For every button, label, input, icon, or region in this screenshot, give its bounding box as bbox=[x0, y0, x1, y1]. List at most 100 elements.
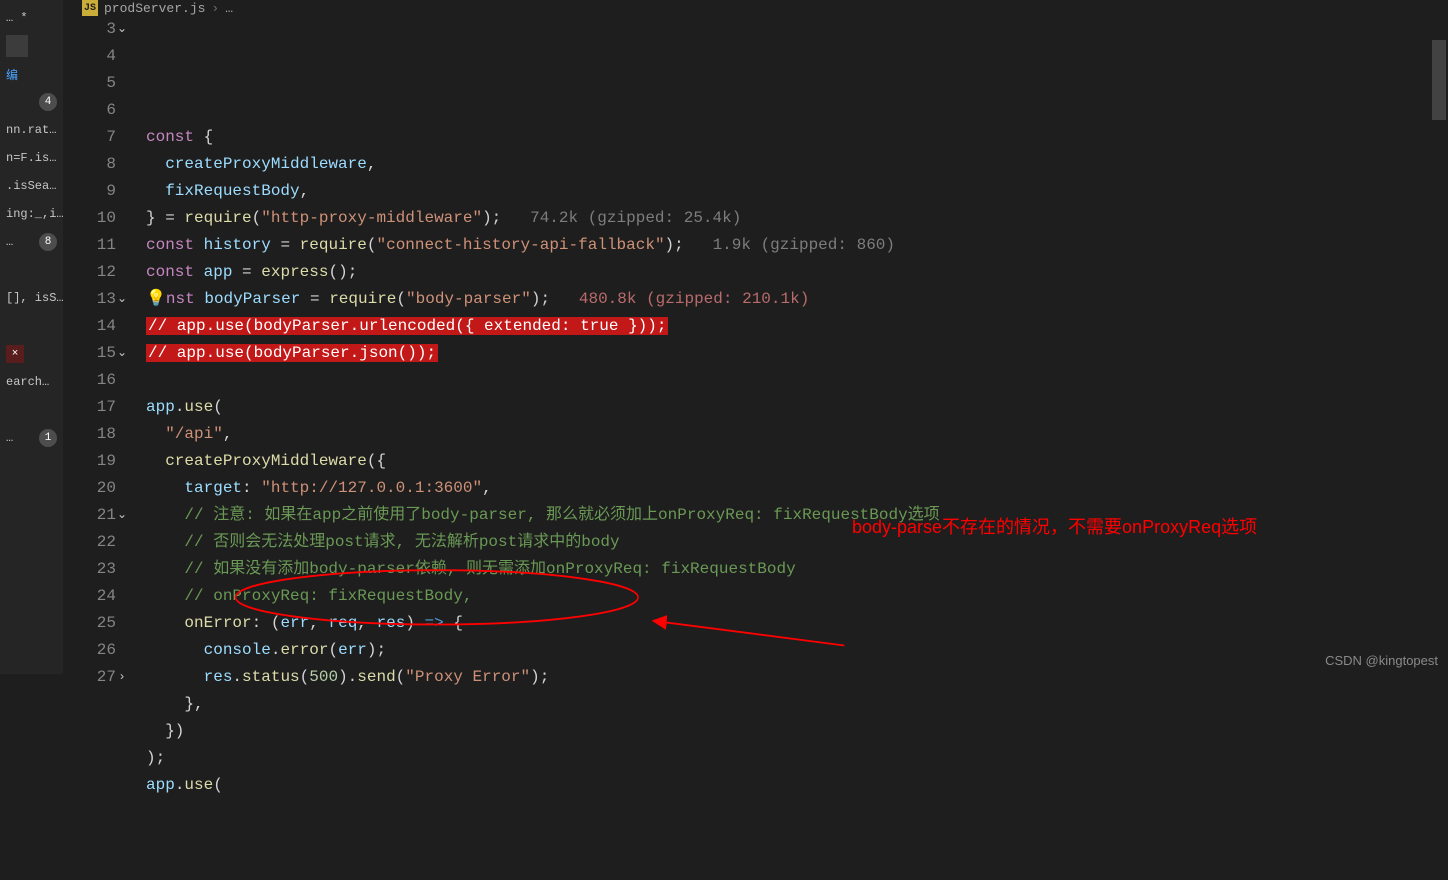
fold-toggle[interactable] bbox=[114, 610, 130, 637]
line-number: 3 bbox=[64, 16, 116, 43]
code-line[interactable]: // 如果没有添加body-parser依赖, 则无需添加onProxyReq:… bbox=[140, 556, 1448, 583]
line-number: 23 bbox=[64, 556, 116, 583]
sidebar-item[interactable]: 4 bbox=[0, 88, 63, 116]
code-line[interactable]: createProxyMiddleware, bbox=[140, 151, 1448, 178]
badge: 8 bbox=[39, 233, 57, 251]
code-line[interactable]: 💡nst bodyParser = require("body-parser")… bbox=[140, 286, 1448, 313]
sidebar-item[interactable]: earch… bbox=[0, 368, 63, 396]
js-file-icon: JS bbox=[82, 0, 98, 16]
code-line[interactable]: res.status(500).send("Proxy Error"); bbox=[140, 664, 1448, 691]
code-line[interactable]: app.use( bbox=[140, 772, 1448, 799]
code-line[interactable]: // onProxyReq: fixRequestBody, bbox=[140, 583, 1448, 610]
fold-toggle[interactable] bbox=[114, 97, 130, 124]
code-line[interactable]: const { bbox=[140, 124, 1448, 151]
fold-toggle[interactable] bbox=[114, 421, 130, 448]
sidebar-item[interactable]: × bbox=[0, 340, 63, 368]
fold-toggle[interactable] bbox=[114, 313, 130, 340]
sidebar-item[interactable]: 编 bbox=[0, 60, 63, 88]
code-line[interactable]: }) bbox=[140, 718, 1448, 745]
breadcrumb[interactable]: JS prodServer.js › … bbox=[64, 0, 1448, 16]
line-number: 18 bbox=[64, 421, 116, 448]
code-line[interactable]: console.error(err); bbox=[140, 637, 1448, 664]
line-number: 13 bbox=[64, 286, 116, 313]
badge: 1 bbox=[39, 429, 57, 447]
code-line[interactable]: } = require("http-proxy-middleware"); 74… bbox=[140, 205, 1448, 232]
code-line[interactable]: // app.use(bodyParser.urlencoded({ exten… bbox=[140, 313, 1448, 340]
line-number: 21 bbox=[64, 502, 116, 529]
watermark: CSDN @kingtopest bbox=[1325, 653, 1438, 668]
sidebar-item[interactable]: nn.rat… bbox=[0, 116, 63, 144]
sidebar-item[interactable] bbox=[0, 32, 63, 60]
fold-toggle[interactable] bbox=[114, 43, 130, 70]
line-number: 25 bbox=[64, 610, 116, 637]
scroll-thumb[interactable] bbox=[1432, 40, 1446, 120]
breadcrumb-file[interactable]: prodServer.js bbox=[104, 1, 205, 16]
sidebar-item[interactable]: …8 bbox=[0, 228, 63, 256]
line-number: 12 bbox=[64, 259, 116, 286]
code-line[interactable]: const history = require("connect-history… bbox=[140, 232, 1448, 259]
line-number: 11 bbox=[64, 232, 116, 259]
sidebar-item[interactable]: n=F.is… bbox=[0, 144, 63, 172]
sidebar-item[interactable] bbox=[0, 396, 63, 424]
line-number: 24 bbox=[64, 583, 116, 610]
fold-toggle[interactable] bbox=[114, 205, 130, 232]
code-line[interactable]: const app = express(); bbox=[140, 259, 1448, 286]
badge: 4 bbox=[39, 93, 57, 111]
sidebar-item[interactable]: …1 bbox=[0, 424, 63, 452]
vertical-scrollbar[interactable] bbox=[1432, 40, 1446, 880]
line-number: 4 bbox=[64, 43, 116, 70]
code-line[interactable]: fixRequestBody, bbox=[140, 178, 1448, 205]
fold-toggle[interactable] bbox=[114, 529, 130, 556]
code-line[interactable] bbox=[140, 367, 1448, 394]
code-line[interactable]: target: "http://127.0.0.1:3600", bbox=[140, 475, 1448, 502]
fold-toggle[interactable] bbox=[114, 448, 130, 475]
line-number: 10 bbox=[64, 205, 116, 232]
code-editor[interactable]: const { createProxyMiddleware, fixReques… bbox=[140, 16, 1448, 880]
fold-toggle[interactable]: ⌄ bbox=[114, 286, 130, 313]
fold-toggle[interactable] bbox=[114, 583, 130, 610]
fold-toggle[interactable] bbox=[114, 124, 130, 151]
fold-toggle[interactable] bbox=[114, 70, 130, 97]
fold-toggle[interactable] bbox=[114, 556, 130, 583]
sidebar-item[interactable]: ing:_,i… bbox=[0, 200, 63, 228]
code-line[interactable]: onError: (err, req, res) => { bbox=[140, 610, 1448, 637]
fold-toggle[interactable]: ⌄ bbox=[114, 502, 130, 529]
breadcrumb-sep-icon: › bbox=[211, 1, 219, 16]
code-line[interactable]: ); bbox=[140, 745, 1448, 772]
sidebar-item[interactable]: [], isS… bbox=[0, 284, 63, 312]
sidebar-item[interactable] bbox=[0, 312, 63, 340]
line-number: 26 bbox=[64, 637, 116, 664]
fold-toggle[interactable]: ⌄ bbox=[114, 16, 130, 43]
line-number: 22 bbox=[64, 529, 116, 556]
sidebar-item[interactable] bbox=[0, 256, 63, 284]
sidebar-item[interactable]: … * bbox=[0, 4, 63, 32]
line-number: 5 bbox=[64, 70, 116, 97]
line-number: 16 bbox=[64, 367, 116, 394]
line-number: 8 bbox=[64, 151, 116, 178]
code-line[interactable]: app.use( bbox=[140, 394, 1448, 421]
fold-toggle[interactable] bbox=[114, 637, 130, 664]
fold-toggle[interactable] bbox=[114, 151, 130, 178]
fold-toggle[interactable]: ⌄ bbox=[114, 340, 130, 367]
code-line[interactable]: createProxyMiddleware({ bbox=[140, 448, 1448, 475]
line-number: 7 bbox=[64, 124, 116, 151]
code-line[interactable]: "/api", bbox=[140, 421, 1448, 448]
sidebar-item[interactable]: .isSea… bbox=[0, 172, 63, 200]
code-line[interactable]: // app.use(bodyParser.json()); bbox=[140, 340, 1448, 367]
fold-toggle[interactable] bbox=[114, 394, 130, 421]
code-line[interactable]: }, bbox=[140, 691, 1448, 718]
line-number: 15 bbox=[64, 340, 116, 367]
fold-toggle[interactable] bbox=[114, 259, 130, 286]
line-number: 9 bbox=[64, 178, 116, 205]
fold-toggle[interactable]: › bbox=[114, 664, 130, 691]
fold-toggle[interactable] bbox=[114, 475, 130, 502]
line-number: 14 bbox=[64, 313, 116, 340]
line-number: 19 bbox=[64, 448, 116, 475]
breadcrumb-rest[interactable]: … bbox=[225, 1, 233, 16]
fold-toggle[interactable] bbox=[114, 232, 130, 259]
fold-toggle[interactable] bbox=[114, 367, 130, 394]
fold-toggle[interactable] bbox=[114, 178, 130, 205]
line-number: 27 bbox=[64, 664, 116, 691]
line-number: 6 bbox=[64, 97, 116, 124]
line-number: 17 bbox=[64, 394, 116, 421]
